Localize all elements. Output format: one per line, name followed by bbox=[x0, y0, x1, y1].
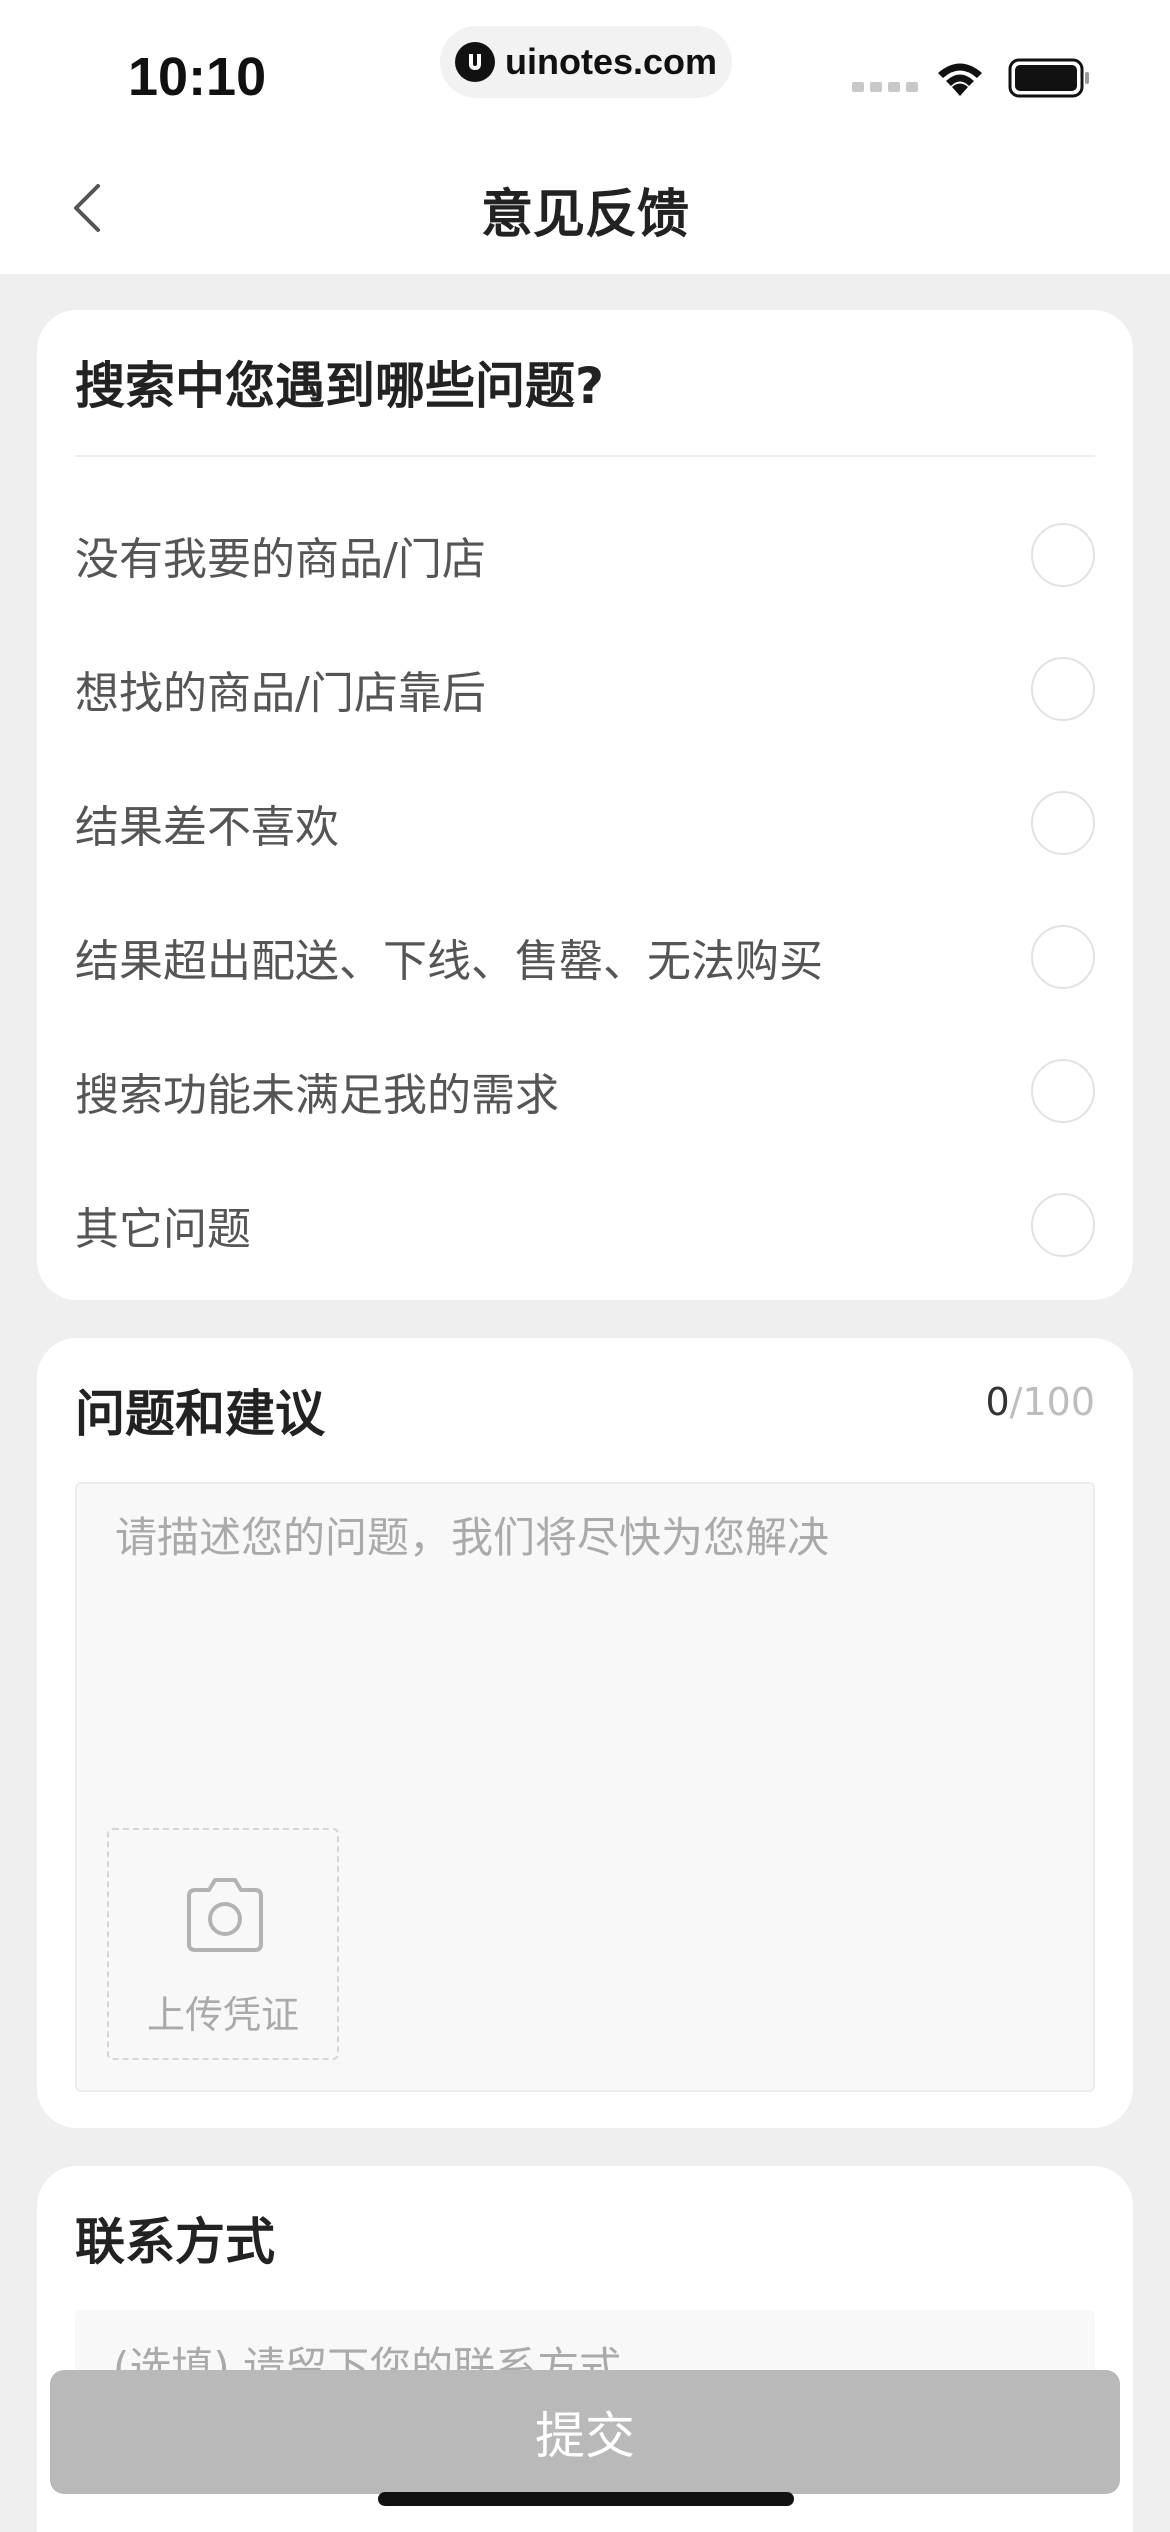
issue-option-label: 搜索功能未满足我的需求 bbox=[75, 1070, 559, 1121]
suggestion-card: 问题和建议 0/100 请描述您的问题，我们将尽快为您解决 上传凭证 bbox=[37, 1338, 1133, 2128]
issue-option-label: 结果差不喜欢 bbox=[75, 802, 339, 853]
suggestion-title: 问题和建议 bbox=[75, 1385, 325, 1443]
radio-button[interactable] bbox=[1031, 657, 1095, 721]
issue-option-label: 结果超出配送、下线、售罄、无法购买 bbox=[75, 936, 823, 987]
radio-button[interactable] bbox=[1031, 925, 1095, 989]
issue-option[interactable]: 没有我要的商品/门店 bbox=[75, 488, 1095, 622]
status-bar: 10:10 uinotes.com bbox=[0, 0, 1170, 150]
radio-button[interactable] bbox=[1031, 523, 1095, 587]
wifi-icon bbox=[932, 58, 988, 102]
suggestion-textarea[interactable]: 请描述您的问题，我们将尽快为您解决 上传凭证 bbox=[75, 1482, 1095, 2092]
battery-icon bbox=[1008, 58, 1092, 102]
textarea-placeholder: 请描述您的问题，我们将尽快为您解决 bbox=[115, 1513, 830, 1562]
char-count-max: /100 bbox=[1009, 1380, 1095, 1424]
divider bbox=[75, 455, 1095, 457]
radio-button[interactable] bbox=[1031, 1059, 1095, 1123]
nav-bar: 意见反馈 bbox=[0, 150, 1170, 274]
site-logo-icon bbox=[454, 42, 495, 82]
issue-option[interactable]: 想找的商品/门店靠后 bbox=[75, 622, 1095, 756]
radio-button[interactable] bbox=[1031, 791, 1095, 855]
submit-button[interactable]: 提交 bbox=[50, 2370, 1120, 2494]
issue-option[interactable]: 其它问题 bbox=[75, 1158, 1095, 1292]
issue-option-label: 没有我要的商品/门店 bbox=[75, 534, 486, 585]
char-count-current: 0 bbox=[985, 1380, 1010, 1424]
contact-title: 联系方式 bbox=[75, 2213, 275, 2271]
home-indicator bbox=[378, 2492, 794, 2506]
cellular-signal-icon bbox=[852, 82, 918, 92]
page-title: 意见反馈 bbox=[480, 185, 689, 245]
radio-button[interactable] bbox=[1031, 1193, 1095, 1257]
camera-icon bbox=[187, 1878, 263, 1952]
upload-proof-button[interactable]: 上传凭证 bbox=[107, 1828, 339, 2060]
issues-card: 搜索中您遇到哪些问题? 没有我要的商品/门店 想找的商品/门店靠后 结果差不喜欢… bbox=[37, 310, 1133, 1300]
upload-label: 上传凭证 bbox=[146, 1993, 299, 2037]
issue-option[interactable]: 结果超出配送、下线、售罄、无法购买 bbox=[75, 890, 1095, 1024]
url-text: uinotes.com bbox=[504, 41, 718, 82]
url-pill[interactable]: uinotes.com bbox=[440, 26, 732, 98]
issue-option[interactable]: 结果差不喜欢 bbox=[75, 756, 1095, 890]
issues-title: 搜索中您遇到哪些问题? bbox=[75, 357, 605, 415]
char-counter: 0/100 bbox=[985, 1380, 1095, 1424]
status-time: 10:10 bbox=[128, 47, 267, 107]
issue-option[interactable]: 搜索功能未满足我的需求 bbox=[75, 1024, 1095, 1158]
issue-option-label: 其它问题 bbox=[75, 1204, 251, 1255]
issue-option-label: 想找的商品/门店靠后 bbox=[75, 668, 486, 719]
